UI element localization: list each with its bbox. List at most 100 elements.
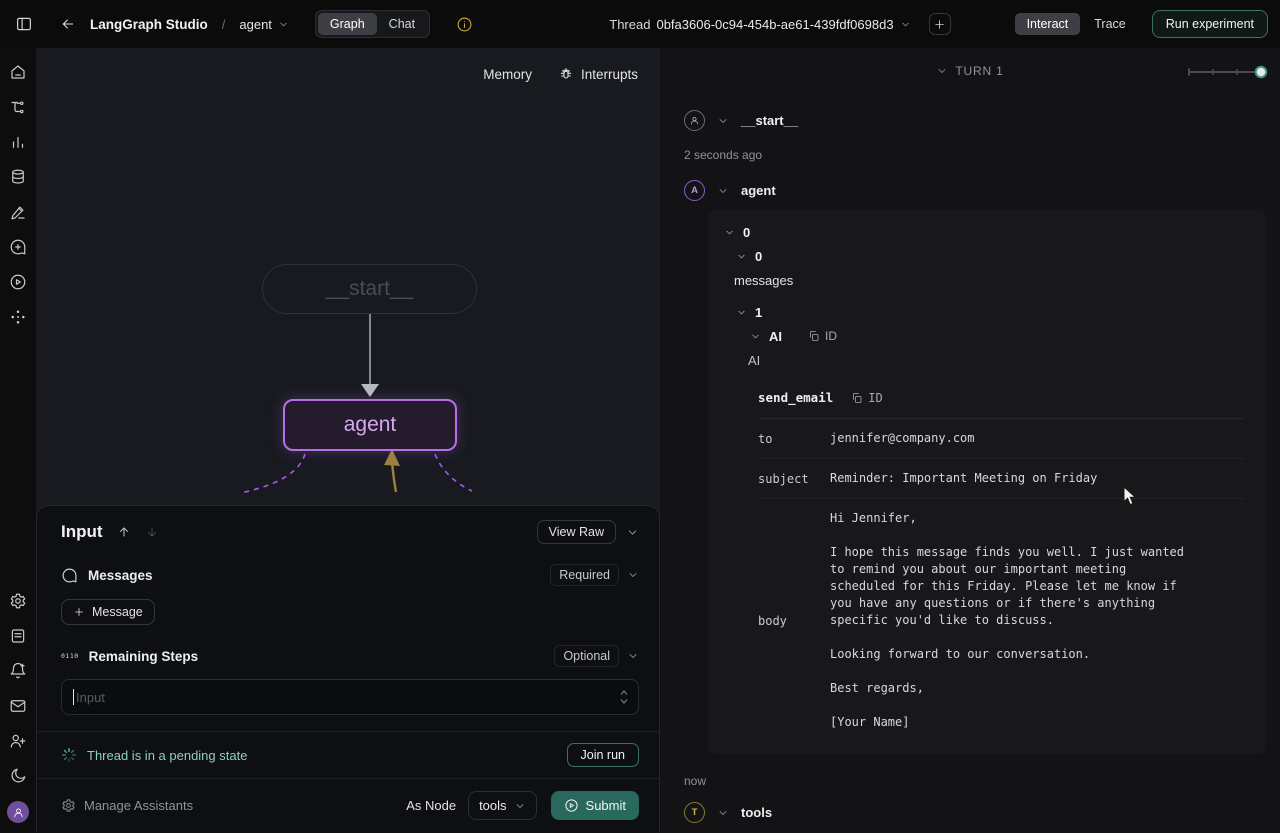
canvas-toolbar: Memory Interrupts [483, 66, 638, 82]
agent-avatar: A [684, 180, 705, 201]
new-thread-button[interactable] [929, 13, 951, 35]
info-icon[interactable] [456, 16, 473, 33]
tool-field-subject-value: Reminder: Important Meeting on Friday [830, 470, 1097, 487]
chevron-down-icon [627, 650, 639, 662]
message-id-chip[interactable]: ID [808, 329, 837, 343]
user-avatar[interactable] [7, 801, 29, 823]
workflow-icon[interactable] [8, 97, 28, 117]
move-dots-icon[interactable] [8, 307, 28, 327]
add-message-button[interactable]: Message [61, 599, 155, 625]
user-plus-icon[interactable] [8, 731, 28, 751]
message-plus-icon[interactable] [8, 237, 28, 257]
chevron-down-icon [724, 227, 735, 238]
tool-field-subject: subject Reminder: Important Meeting on F… [758, 459, 1244, 499]
history-up-icon[interactable] [117, 525, 131, 539]
turn-header: TURN 1 [660, 52, 1280, 90]
play-circle-icon[interactable] [8, 272, 28, 292]
tree-messages-label: messages [734, 273, 793, 288]
graph-selector-value: agent [239, 17, 272, 32]
chevron-down-icon [278, 19, 289, 30]
node-start[interactable]: __start__ [262, 264, 477, 314]
chevron-down-icon[interactable] [717, 185, 729, 197]
tool-call-id-chip[interactable]: ID [851, 391, 882, 405]
chevron-down-icon [736, 307, 747, 318]
view-tabs: Graph Chat [315, 10, 430, 38]
messages-requirement[interactable]: Required [550, 564, 639, 586]
text-caret [73, 689, 74, 705]
turn-label: TURN 1 [955, 64, 1003, 78]
remaining-steps-requirement-badge: Optional [554, 645, 619, 667]
pending-status-row: Thread is in a pending state Join run [37, 731, 659, 779]
number-stepper[interactable] [617, 686, 631, 708]
messages-requirement-badge: Required [550, 564, 619, 586]
timeline-entry-agent[interactable]: A agent [684, 180, 1268, 201]
left-icon-rail [0, 48, 36, 833]
graph-canvas[interactable]: Memory Interrupts __start__ agent Input … [36, 48, 660, 833]
node-start-label: __start__ [326, 277, 414, 301]
tab-trace[interactable]: Trace [1082, 13, 1138, 35]
turn-slider[interactable] [1186, 65, 1270, 79]
copy-icon [808, 330, 820, 342]
remaining-steps-input[interactable] [61, 679, 639, 715]
chevron-down-icon [750, 331, 761, 342]
tool-call-id-label: ID [868, 391, 882, 405]
input-panel: Input View Raw Messages Required [36, 505, 660, 833]
play-circle-icon [564, 798, 579, 813]
copy-icon [851, 392, 863, 404]
mode-tabs: Interact Trace [1015, 13, 1138, 35]
notes-icon[interactable] [8, 626, 28, 646]
remaining-steps-input-wrap [61, 679, 639, 715]
bar-chart-icon[interactable] [8, 132, 28, 152]
database-icon[interactable] [8, 167, 28, 187]
memory-button-label: Memory [483, 67, 532, 82]
tree-node-0[interactable]: 0 [708, 220, 1266, 244]
timeline-entry-tools[interactable]: T tools [684, 802, 1268, 823]
tool-field-body-key: body [758, 614, 830, 628]
tree-node-0-0[interactable]: 0 [708, 244, 1266, 268]
binary-icon: 01 10 [61, 653, 79, 660]
node-agent-label: agent [344, 413, 397, 437]
memory-button[interactable]: Memory [483, 67, 532, 82]
topbar-right: Interact Trace Run experiment [1015, 10, 1280, 38]
chevron-down-icon[interactable] [717, 115, 729, 127]
manage-assistants-button[interactable]: Manage Assistants [61, 798, 193, 813]
pending-status-text: Thread is in a pending state [87, 748, 247, 763]
chevron-down-icon [514, 800, 526, 812]
moon-icon[interactable] [8, 766, 28, 786]
tree-message-type-row[interactable]: AI ID [708, 324, 1266, 348]
tree-message-index[interactable]: 1 [708, 300, 1266, 324]
bell-plus-icon[interactable] [8, 661, 28, 681]
gear-icon[interactable] [8, 591, 28, 611]
as-node-select[interactable]: tools [468, 791, 536, 820]
tab-graph[interactable]: Graph [318, 13, 377, 35]
graph-selector[interactable]: agent [239, 17, 289, 32]
gear-icon [61, 798, 76, 813]
timeline-entry-start[interactable]: __start__ [684, 110, 1268, 131]
tab-interact[interactable]: Interact [1015, 13, 1081, 35]
tool-field-to-value: jennifer@company.com [830, 430, 975, 447]
interrupts-button[interactable]: Interrupts [558, 66, 638, 82]
thread-selector[interactable]: Thread 0bfa3606-0c94-454b-ae61-439fdf069… [609, 13, 950, 35]
sidebar-toggle-icon[interactable] [10, 10, 38, 38]
submit-label: Submit [586, 798, 626, 813]
tab-chat[interactable]: Chat [377, 13, 427, 35]
submit-button[interactable]: Submit [551, 791, 639, 820]
chevron-down-icon[interactable] [936, 65, 948, 77]
node-agent[interactable]: agent [283, 399, 457, 451]
pencil-icon[interactable] [8, 202, 28, 222]
run-experiment-button[interactable]: Run experiment [1152, 10, 1268, 38]
back-button[interactable] [60, 16, 76, 32]
join-run-button[interactable]: Join run [567, 743, 639, 767]
history-down-icon[interactable] [145, 525, 159, 539]
mail-icon[interactable] [8, 696, 28, 716]
chevron-down-icon [900, 19, 911, 30]
as-node-label: As Node [406, 798, 456, 813]
view-raw-button[interactable]: View Raw [537, 520, 616, 544]
start-entry-timestamp: 2 seconds ago [684, 148, 1268, 162]
home-icon[interactable] [8, 62, 28, 82]
collapse-panel-icon[interactable] [626, 526, 639, 539]
app-title: LangGraph Studio [90, 17, 208, 32]
chevron-down-icon[interactable] [717, 807, 729, 819]
chevron-down-icon [627, 569, 639, 581]
remaining-steps-requirement[interactable]: Optional [554, 645, 639, 667]
